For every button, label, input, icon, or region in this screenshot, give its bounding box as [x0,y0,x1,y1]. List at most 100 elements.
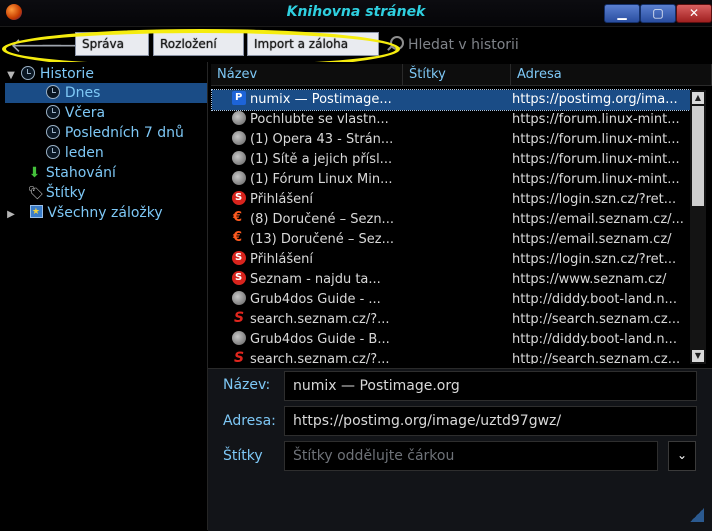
tags-label: Štítky [223,448,263,464]
history-list: Název Štítky Adresa numix — Postimage...… [208,62,712,368]
clock-icon [46,85,61,99]
postimage-icon [232,90,246,108]
table-row[interactable]: (13) Doručené – Sez... https://email.sez… [212,230,690,250]
chevron-down-icon[interactable]: ⌄ [668,441,696,471]
table-row[interactable]: Grub4dos Guide - ... http://diddy.boot-l… [212,290,690,310]
sidebar: ▼ Historie Dnes Včera Posledních 7 dnů l… [0,62,208,530]
table-row[interactable]: (1) Opera 43 - Strán... https://forum.li… [212,130,690,150]
row-name: Pochlubte se vlastn... [250,112,389,127]
row-url: https://forum.linux-mint... [512,132,680,147]
table-row[interactable]: Pochlubte se vlastn... https://forum.lin… [212,110,690,130]
name-field[interactable]: numix — Postimage.org [284,371,697,401]
column-header-name[interactable]: Název [211,64,403,86]
sidebar-item-label: Stahování [45,165,116,181]
table-row[interactable]: numix — Postimage... https://postimg.org… [211,89,691,111]
search-input[interactable] [406,34,710,56]
row-name: (1) Fórum Linux Min... [250,172,393,187]
table-row[interactable]: (1) Fórum Linux Min... https://forum.lin… [212,170,690,190]
table-row[interactable]: search.seznam.cz/?... http://search.sezn… [212,350,690,364]
column-header-tags[interactable]: Štítky [403,64,511,86]
scrollbar-thumb[interactable] [692,106,704,206]
row-url: https://forum.linux-mint... [512,172,680,187]
sidebar-item-january[interactable]: leden [5,143,104,163]
expanded-arrow-icon[interactable]: ▼ [5,70,17,82]
name-label: Název: [223,377,271,393]
sidebar-item-label: Včera [64,105,106,121]
clock-icon [46,105,61,119]
sidebar-item-last-7-days[interactable]: Posledních 7 dnů [5,123,184,143]
tag-icon: 🏷 [27,186,44,201]
row-url: https://login.szn.cz/?ret... [512,192,677,207]
close-button[interactable]: ✕ [676,4,712,23]
row-name: (1) Opera 43 - Strán... [250,132,394,147]
address-field[interactable]: https://postimg.org/image/uztd97gwz/ [284,406,697,436]
row-name: Přihlášení [250,252,314,267]
row-url: https://email.seznam.cz/... [512,212,684,227]
sidebar-item-downloads[interactable]: ⬇ Stahování [5,163,116,183]
minimize-button[interactable]: ▁ [604,4,640,23]
row-name: Přihlášení [250,192,314,207]
sidebar-item-label: Historie [39,66,94,82]
row-url: https://www.seznam.cz/ [512,272,667,287]
globe-icon [232,171,246,185]
email-icon [232,230,246,248]
clock-icon [46,125,61,139]
sidebar-item-today[interactable]: Dnes [5,83,207,103]
collapsed-arrow-icon[interactable]: ▶ [5,209,17,221]
seznam-icon [232,270,246,288]
seznam-icon [232,250,246,268]
row-url: https://forum.linux-mint... [512,152,680,167]
scroll-down-icon[interactable]: ▼ [692,350,704,362]
maximize-button[interactable]: ▢ [640,4,676,23]
table-row[interactable]: (1) Sítě a jejich přísl... https://forum… [212,150,690,170]
globe-icon [232,151,246,165]
table-row[interactable]: (8) Doručené – Sezn... https://email.sez… [212,210,690,230]
forward-arrow-icon[interactable]: 🡒 [40,34,94,56]
row-name: numix — Postimage... [250,92,392,107]
table-row[interactable]: Grub4dos Guide - B... http://diddy.boot-… [212,330,690,350]
column-header-address[interactable]: Adresa [511,64,712,86]
row-url: https://email.seznam.cz/ [512,232,672,247]
email-icon [232,210,246,228]
row-name: Seznam - najdu ta... [250,272,381,287]
globe-icon [232,131,246,145]
table-row[interactable]: search.seznam.cz/?... http://search.sezn… [212,310,690,330]
sidebar-item-label: leden [64,145,104,161]
sidebar-item-label: Dnes [64,85,101,101]
row-name: Grub4dos Guide - ... [250,292,381,307]
sidebar-item-tags[interactable]: 🏷 Štítky [5,183,86,203]
sidebar-item-yesterday[interactable]: Včera [5,103,105,123]
vertical-scrollbar[interactable]: ▲ ▼ [690,90,706,364]
row-name: (1) Sítě a jejich přísl... [250,152,393,167]
row-url: http://search.seznam.cz... [512,352,681,364]
manage-button[interactable]: Správa [75,32,149,56]
table-row[interactable]: Přihlášení https://login.szn.cz/?ret... [212,190,690,210]
row-url: https://postimg.org/ima... [512,92,678,107]
search-icon [390,36,404,50]
sidebar-item-label: Všechny záložky [47,205,163,221]
row-url: https://forum.linux-mint... [512,112,680,127]
globe-icon [232,291,246,305]
search-box [384,31,712,57]
table-row[interactable]: Přihlášení https://login.szn.cz/?ret... [212,250,690,270]
layout-button[interactable]: Rozložení [153,32,244,56]
sidebar-item-history[interactable]: ▼ Historie [5,64,94,84]
row-url: http://diddy.boot-land.n... [512,292,677,307]
row-name: search.seznam.cz/?... [250,352,390,364]
back-arrow-icon[interactable]: 🡐 [10,34,64,56]
title-bar: Knihovna stránek ▁ ▢ ✕ [0,0,712,27]
import-backup-button[interactable]: Import a záloha [247,32,379,56]
download-icon: ⬇ [28,165,41,181]
globe-icon [232,111,246,125]
resize-grip-icon[interactable] [690,508,704,522]
seznam-search-icon [232,350,246,364]
tags-field[interactable]: Štítky oddělujte čárkou [284,441,658,471]
sidebar-item-label: Štítky [45,185,86,201]
clock-icon [46,145,61,159]
table-row[interactable]: Seznam - najdu ta... https://www.seznam.… [212,270,690,290]
address-label: Adresa: [223,413,276,429]
sidebar-item-label: Posledních 7 dnů [64,125,184,141]
sidebar-item-all-bookmarks[interactable]: ▶ Všechny záložky [5,202,163,223]
clock-icon [21,66,36,80]
scroll-up-icon[interactable]: ▲ [692,92,704,104]
